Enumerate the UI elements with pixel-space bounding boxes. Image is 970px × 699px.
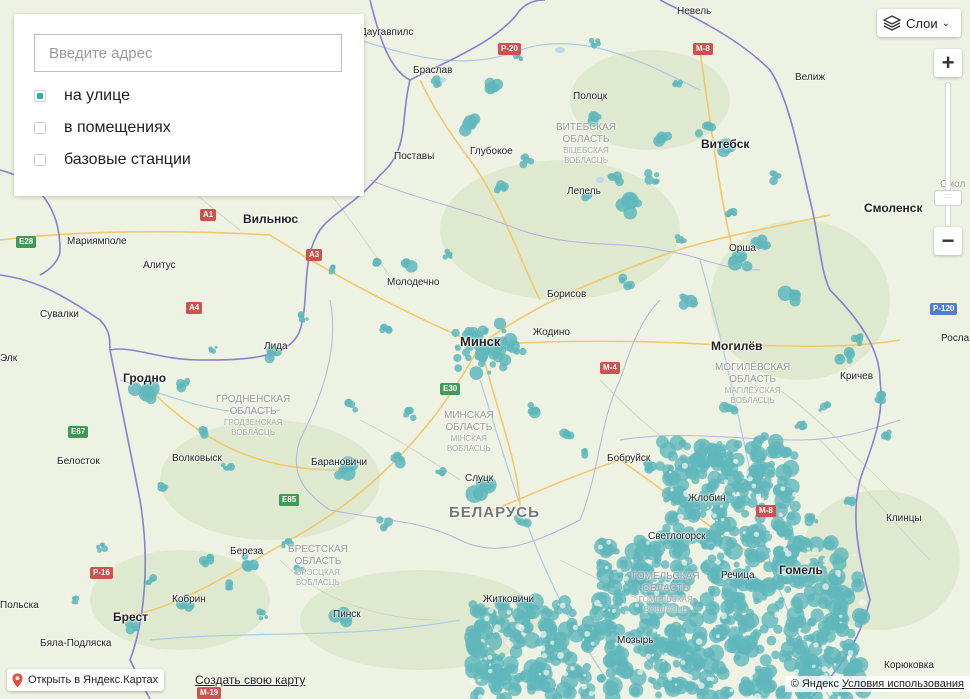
layers-icon [883, 15, 901, 31]
city-label: Велиж [795, 72, 826, 83]
city-label: Светлогорск [648, 531, 706, 542]
city-label-big: Гродно [123, 371, 167, 385]
city-label: Барановичи [311, 457, 368, 468]
city-label: Корюковка [884, 660, 934, 671]
create-map-link[interactable]: Создать свою карту [195, 673, 305, 687]
city-label: Росла [941, 333, 970, 344]
city-label: Речица [721, 570, 755, 581]
city-label: Жлобин [688, 493, 726, 504]
checkbox-indoor[interactable] [34, 122, 46, 134]
city-label: Поставы [394, 151, 435, 162]
checkbox-outdoor[interactable] [34, 90, 46, 102]
city-label: Бобруйск [607, 453, 651, 464]
city-label: Орша [729, 243, 756, 254]
region-label: БРЕСТСКАЯ ОБЛАСТЬ БРЭСЦКАЯ ВОБЛАСЦЬ [288, 544, 348, 587]
city-label: Слуцк [465, 473, 494, 484]
open-in-yandex-button[interactable]: Открыть в Яндекс.Картах [7, 669, 165, 691]
city-label: Кобрин [172, 594, 206, 605]
country-label: БЕЛАРУСЬ [449, 504, 540, 521]
road-badge: A4 [186, 302, 203, 314]
option-label: базовые станции [64, 151, 191, 168]
city-label: Кричев [840, 371, 874, 382]
road-badge: M-8 [693, 43, 713, 55]
city-label: Мариямполе [67, 236, 127, 247]
map-pin-icon [12, 673, 23, 687]
copyright-bar: © Яндекс Условия использования [784, 676, 970, 692]
city-label-big: Вильнюс [243, 212, 299, 226]
city-label: Бяла-Подляска [40, 638, 112, 649]
city-label: Житковичи [483, 594, 535, 605]
option-indoor[interactable]: в помещениях [34, 118, 171, 138]
city-label: Волковыск [172, 453, 222, 464]
city-label: Полоцк [573, 91, 608, 102]
road-badge: M-4 [600, 362, 620, 374]
copyright-text: © Яндекс [790, 678, 839, 690]
city-label: Лепель [567, 186, 601, 197]
road-badge: A3 [306, 249, 323, 261]
coverage-filter-panel: на улице в помещениях базовые станции [14, 14, 364, 196]
region-label: МИНСКАЯ ОБЛАСТЬ МІНСКАЯ ВОБЛАСЦЬ [444, 410, 494, 453]
city-label: Борисов [547, 289, 587, 300]
road-badge: P-16 [90, 567, 113, 579]
zoom-in-button[interactable]: + [934, 49, 962, 77]
city-label-big: Витебск [701, 137, 750, 151]
city-label: Молодечно [387, 277, 440, 288]
chevron-down-icon: ⌄ [941, 17, 951, 29]
terms-link[interactable]: Условия использования [842, 678, 964, 690]
city-label: Жодино [533, 327, 570, 338]
city-label: Элк [0, 353, 18, 364]
city-label-big: Смоленск [864, 201, 923, 215]
region-label: ГОМЕЛЬСКАЯ ОБЛАСТЬ ГОМЕЛЬСКАЯ ВОБЛАСЦЬ [632, 571, 700, 614]
zoom-out-button[interactable]: − [934, 227, 962, 255]
road-badge: A1 [200, 209, 217, 221]
checkbox-base-stations[interactable] [34, 154, 46, 166]
city-label-big: Брест [113, 610, 149, 624]
address-search-input[interactable] [34, 34, 342, 72]
city-label: Клинцы [886, 513, 922, 524]
road-badge: E28 [16, 236, 37, 248]
city-label: Даугавпилс [360, 27, 414, 38]
open-in-yandex-label: Открыть в Яндекс.Картах [28, 674, 159, 686]
road-badge: E67 [68, 426, 89, 438]
road-badge: P-120 [930, 303, 958, 315]
road-badge: M-8 [756, 505, 776, 517]
zoom-slider-handle[interactable]: :::: [934, 190, 962, 206]
capital-label: Минск [460, 334, 501, 349]
city-label: Береза [230, 546, 264, 557]
city-label: Сувалки [40, 309, 79, 320]
layers-button[interactable]: Слои ⌄ [877, 9, 961, 37]
option-label: на улице [64, 87, 130, 104]
region-label: ВИТЕБСКАЯ ОБЛАСТЬ ВІЦЕБСКАЯ ВОБЛАСЦЬ [556, 122, 617, 165]
option-base-stations[interactable]: базовые станции [34, 150, 191, 170]
city-label: Мозырь [617, 635, 654, 646]
road-badge: P-20 [498, 43, 521, 55]
layers-label: Слои [906, 15, 938, 31]
city-label: Смол [940, 179, 966, 190]
city-label: Белосток [57, 456, 100, 467]
city-label: Глубокое [470, 146, 513, 157]
region-label: ГРОДНЕНСКАЯ ОБЛАСТЬ ГРОДЗЕНСКАЯ ВОБЛАСЦЬ [216, 394, 291, 437]
city-label-big: Гомель [779, 563, 823, 577]
option-label: в помещениях [64, 119, 171, 136]
city-label: Браслав [413, 65, 453, 76]
city-label: Польска [0, 600, 39, 611]
option-outdoor[interactable]: на улице [34, 86, 130, 106]
city-label-big: Могилёв [711, 339, 763, 353]
city-label: Невель [677, 6, 712, 17]
city-label: Алитус [143, 260, 176, 271]
road-badge: E30 [440, 383, 461, 395]
city-label: Пинск [333, 609, 361, 620]
city-label: Лида [264, 341, 288, 352]
road-badge: M-19 [197, 687, 222, 699]
road-badge: E85 [279, 494, 300, 506]
region-label: МОГИЛЁВСКАЯ ОБЛАСТЬ МАГІЛЁЎСКАЯ ВОБЛАСЦЬ [715, 362, 791, 405]
